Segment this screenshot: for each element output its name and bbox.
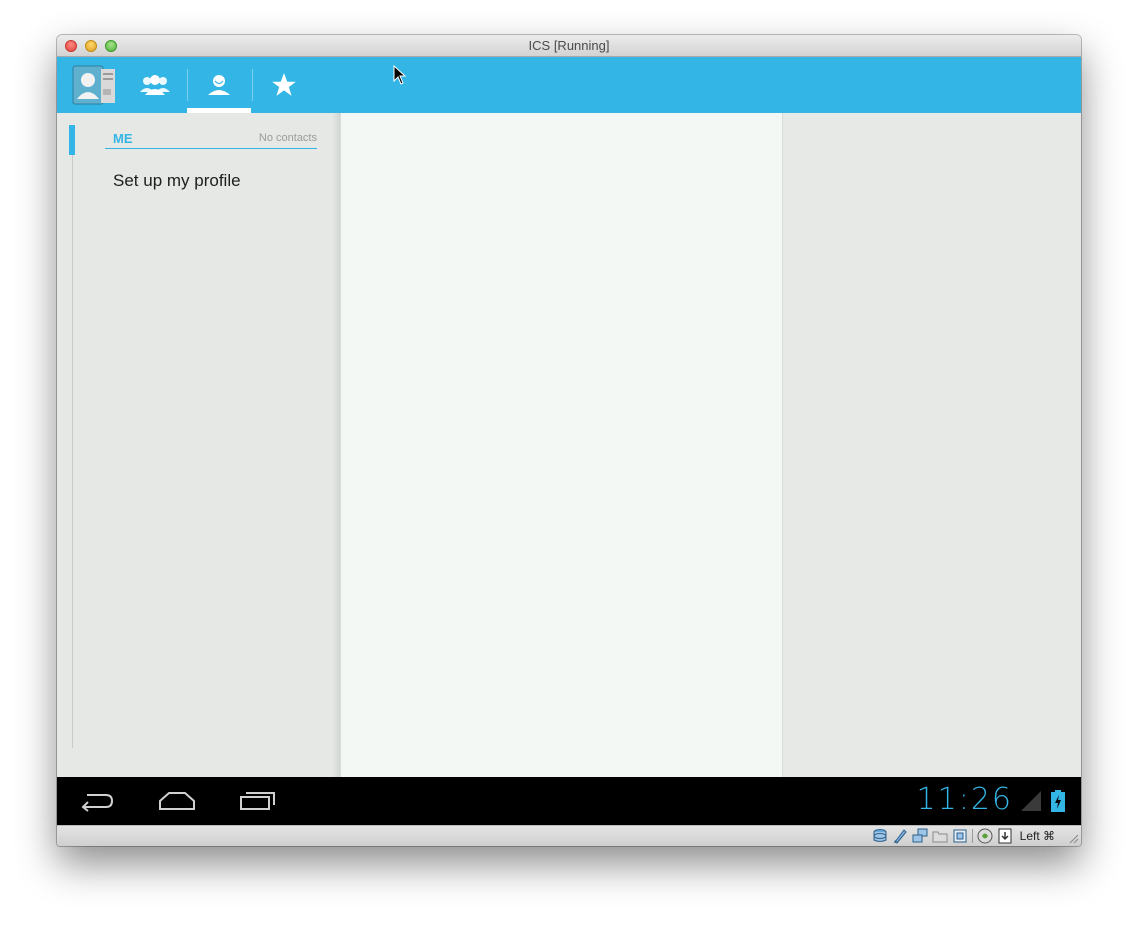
tab-favorites[interactable]: [252, 57, 316, 113]
clock[interactable]: 11:26: [917, 782, 1013, 817]
setup-profile-item[interactable]: Set up my profile: [113, 171, 241, 191]
signal-icon: [1021, 791, 1041, 811]
contact-side-pane: [783, 113, 1081, 777]
system-nav-bar: 11:26: [57, 777, 1081, 825]
fast-scroll-track[interactable]: [72, 125, 73, 748]
hard-disk-icon[interactable]: [872, 828, 888, 844]
shared-folder-icon[interactable]: [932, 828, 948, 844]
contacts-list-pane[interactable]: ME No contacts Set up my profile: [57, 113, 340, 777]
back-icon: [81, 794, 114, 812]
groups-icon: [140, 75, 170, 95]
home-button[interactable]: [153, 785, 201, 817]
status-icons: Left ⌘: [872, 828, 1055, 844]
section-title: ME: [113, 131, 133, 146]
star-icon: [272, 73, 296, 96]
contacts-app-icon[interactable]: [71, 65, 117, 105]
mouse-integration-icon[interactable]: [997, 828, 1013, 844]
fast-scroll-thumb[interactable]: [69, 125, 75, 155]
recent-apps-button[interactable]: [234, 785, 282, 817]
contacts-count: No contacts: [258, 132, 317, 144]
optical-drive-icon[interactable]: [892, 828, 908, 844]
pane-shadow: [332, 113, 340, 777]
mouse-cursor-icon: [393, 65, 407, 85]
person-icon: [208, 75, 230, 95]
network-icon[interactable]: [912, 828, 928, 844]
action-bar: [57, 57, 1081, 113]
recent-apps-icon: [240, 792, 275, 810]
host-key-label: Left ⌘: [1019, 829, 1055, 843]
tab-all-contacts[interactable]: [187, 57, 251, 113]
contact-detail-pane: [340, 113, 783, 777]
home-icon: [159, 792, 195, 810]
status-separator: [971, 829, 973, 843]
vm-window: ICS [Running] ME No contacts Set up my p…: [57, 35, 1081, 846]
battery-icon: [1051, 790, 1065, 812]
back-button[interactable]: [73, 785, 121, 817]
window-title: ICS [Running]: [528, 38, 610, 53]
window-titlebar[interactable]: ICS [Running]: [57, 35, 1081, 57]
contacts-content: ME No contacts Set up my profile: [57, 113, 1081, 777]
usb-icon[interactable]: [952, 828, 968, 844]
capture-icon[interactable]: [977, 828, 993, 844]
resize-grip-icon[interactable]: [1069, 834, 1079, 844]
section-header: ME No contacts: [105, 131, 317, 149]
tab-groups[interactable]: [123, 57, 187, 113]
vm-status-bar: Left ⌘: [57, 825, 1081, 846]
